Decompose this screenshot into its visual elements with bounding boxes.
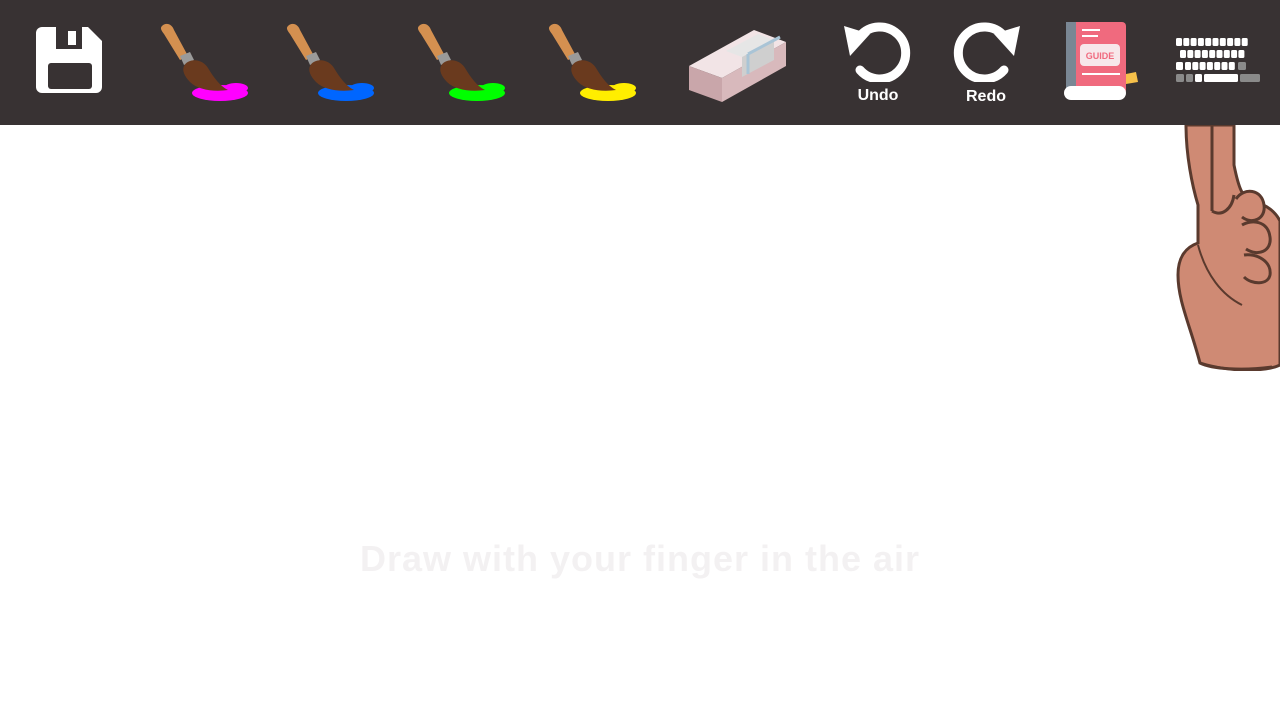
- keyboard-key: [1192, 62, 1199, 70]
- toolbar: Undo Redo GUIDE: [0, 0, 1280, 125]
- brush-magenta-button[interactable]: [158, 20, 253, 110]
- keyboard-key: [1214, 62, 1221, 70]
- undo-arrow-icon: [844, 22, 911, 82]
- keyboard-key: [1219, 38, 1226, 46]
- floppy-disk-icon: [36, 27, 102, 93]
- keyboard-button[interactable]: [1174, 36, 1262, 90]
- brush-yellow-button[interactable]: [546, 20, 641, 110]
- keyboard-key: [1204, 74, 1238, 82]
- keyboard-key: [1227, 38, 1234, 46]
- keyboard-key: [1201, 50, 1208, 58]
- keyboard-key: [1216, 50, 1223, 58]
- keyboard-key: [1195, 74, 1202, 82]
- keyboard-icon: [1176, 38, 1260, 82]
- paintbrush-icon: [286, 23, 374, 101]
- keyboard-key: [1234, 38, 1241, 46]
- keyboard-key: [1238, 50, 1245, 58]
- keyboard-key: [1185, 62, 1191, 70]
- keyboard-key: [1176, 62, 1183, 70]
- guide-button[interactable]: GUIDE: [1062, 20, 1140, 104]
- keyboard-key: [1205, 38, 1212, 46]
- save-button[interactable]: [34, 25, 106, 97]
- keyboard-key: [1221, 62, 1228, 70]
- eraser-button[interactable]: [686, 24, 790, 104]
- keyboard-key: [1183, 38, 1190, 46]
- redo-label: Redo: [966, 88, 1006, 105]
- undo-label: Undo: [857, 87, 899, 104]
- keyboard-key: [1199, 62, 1206, 70]
- keyboard-key: [1186, 74, 1193, 82]
- keyboard-key: [1187, 50, 1194, 58]
- canvas-watermark-text: Draw with your finger in the air: [359, 538, 921, 579]
- keyboard-key: [1206, 62, 1213, 70]
- keyboard-key: [1209, 50, 1216, 58]
- keyboard-key: [1212, 38, 1219, 46]
- keyboard-key: [1180, 50, 1186, 58]
- redo-button[interactable]: Redo: [948, 22, 1024, 108]
- keyboard-key: [1238, 62, 1246, 70]
- guide-label: GUIDE: [1085, 51, 1115, 61]
- paintbrush-icon: [548, 23, 636, 101]
- undo-button[interactable]: Undo: [840, 22, 916, 108]
- brush-green-button[interactable]: [415, 20, 510, 110]
- keyboard-key: [1228, 62, 1235, 70]
- brush-blue-button[interactable]: [284, 20, 379, 110]
- guide-book-icon: [1064, 22, 1138, 100]
- paintbrush-icon: [160, 23, 248, 101]
- keyboard-key: [1176, 38, 1182, 46]
- pointing-hand-icon: [1176, 125, 1280, 371]
- keyboard-key: [1190, 38, 1197, 46]
- drawing-canvas[interactable]: Draw with your finger in the air: [0, 125, 1280, 720]
- keyboard-key: [1176, 74, 1184, 82]
- redo-arrow-icon: [953, 22, 1020, 82]
- keyboard-key: [1240, 74, 1260, 82]
- eraser-icon: [689, 30, 786, 102]
- keyboard-key: [1241, 38, 1248, 46]
- paintbrush-icon: [417, 23, 505, 101]
- keyboard-key: [1194, 50, 1201, 58]
- keyboard-key: [1223, 50, 1230, 58]
- keyboard-key: [1197, 38, 1204, 46]
- keyboard-key: [1231, 50, 1238, 58]
